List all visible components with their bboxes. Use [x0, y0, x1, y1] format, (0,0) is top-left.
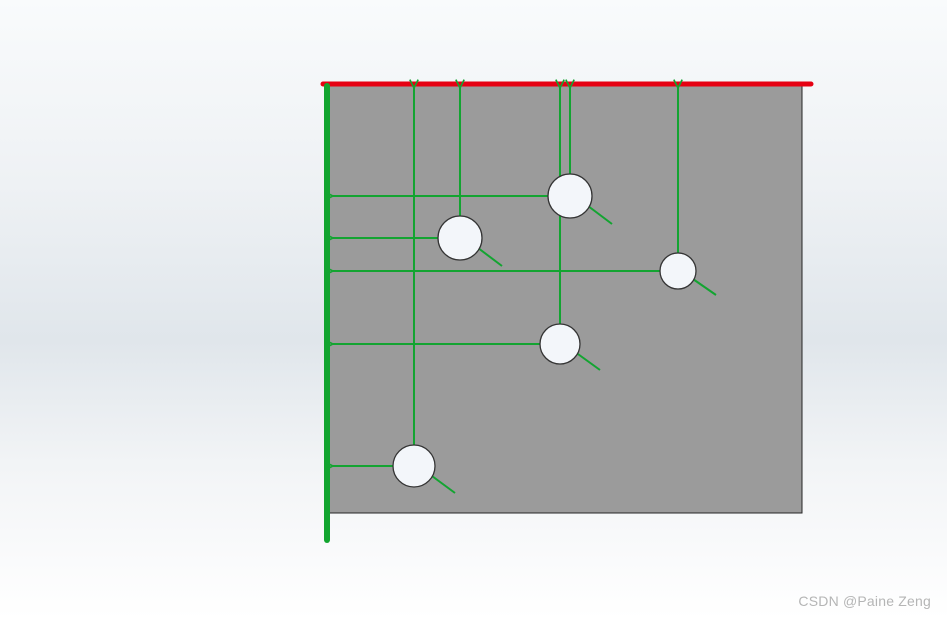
- hole-h5: [393, 445, 435, 487]
- watermark-text: CSDN @Paine Zeng: [798, 593, 931, 609]
- diagram-canvas: [0, 0, 947, 619]
- hole-h4: [540, 324, 580, 364]
- hole-h2: [438, 216, 482, 260]
- hole-h3: [660, 253, 696, 289]
- diagram-svg: [0, 0, 947, 619]
- plate: [325, 86, 802, 513]
- watermark: CSDN @Paine Zeng: [798, 593, 931, 609]
- hole-h1: [548, 174, 592, 218]
